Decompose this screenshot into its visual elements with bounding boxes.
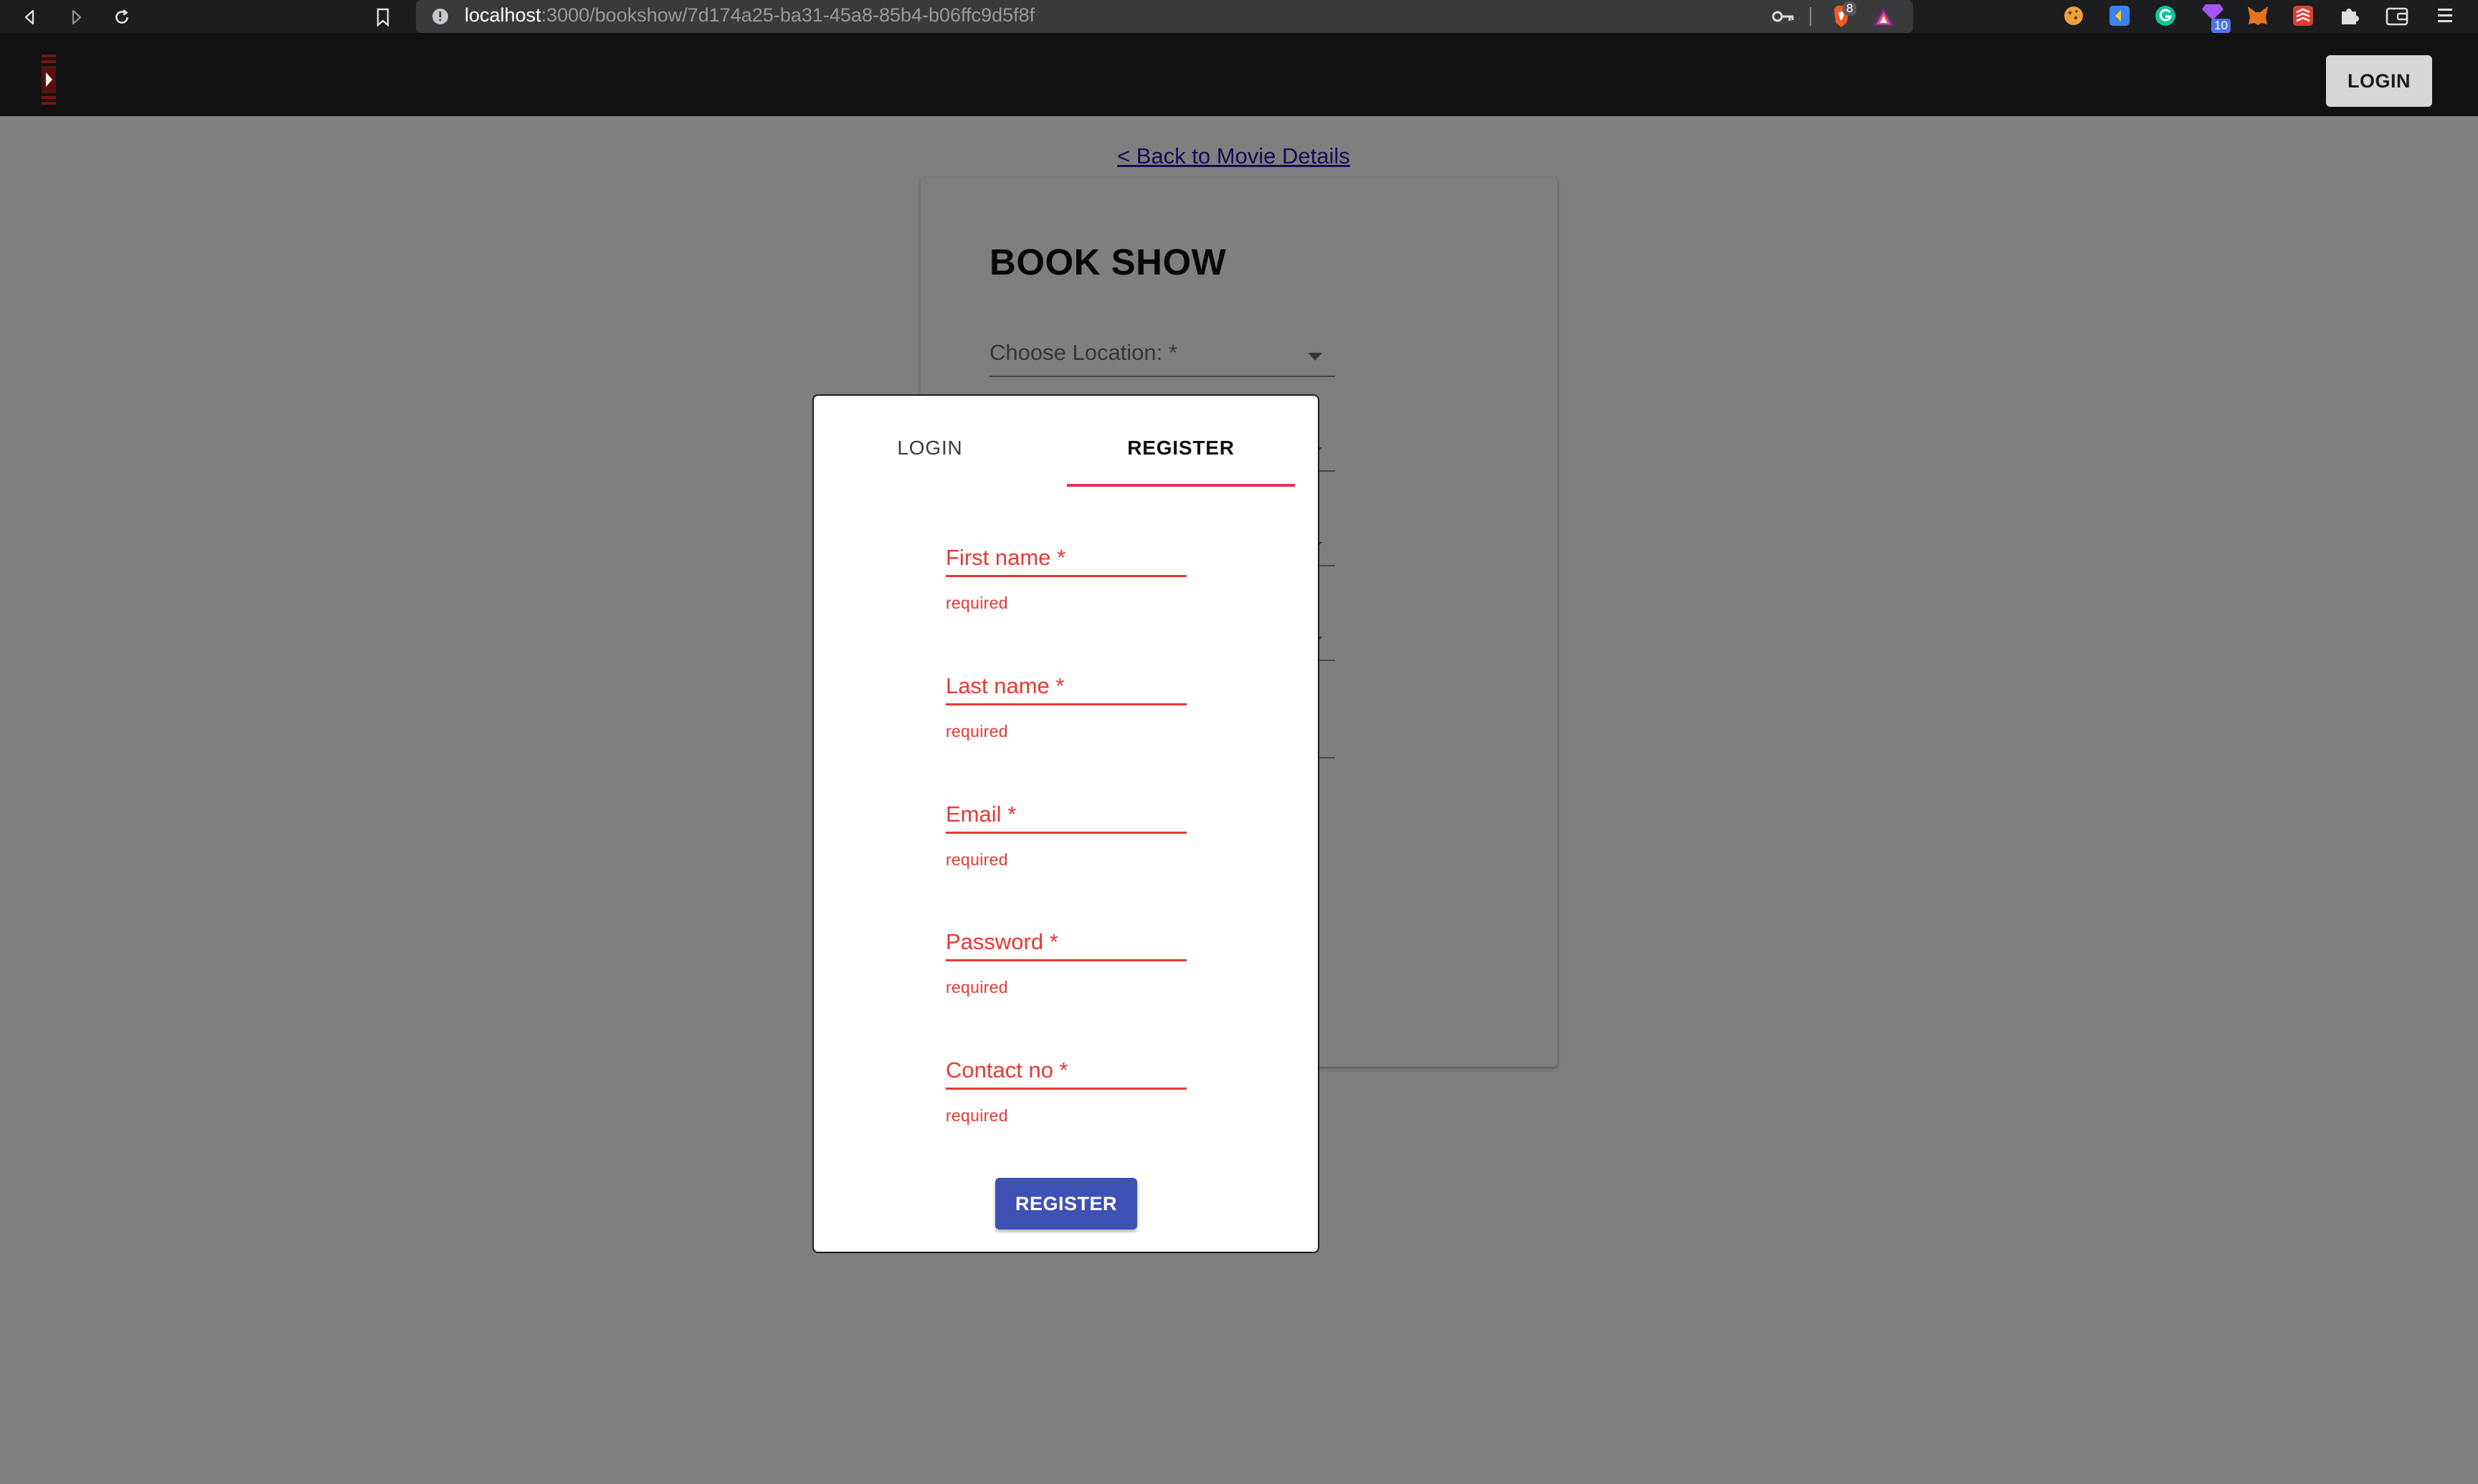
brave-shield-badge: 8	[1843, 1, 1857, 16]
todoist-icon[interactable]	[2292, 4, 2315, 31]
tab-register[interactable]: REGISTER	[1067, 423, 1295, 473]
url-text: localhost:3000/bookshow/7d174a25-ba31-45…	[465, 4, 1035, 27]
menu-icon[interactable]	[2435, 4, 2455, 31]
field-label: Last name *	[946, 673, 1065, 698]
brave-rewards-icon[interactable]	[1871, 6, 1896, 31]
address-bar[interactable]: localhost:3000/bookshow/7d174a25-ba31-45…	[416, 0, 1913, 33]
field-label: Contact no *	[946, 1057, 1068, 1083]
app-header: LOGIN	[0, 33, 2478, 116]
field-helper-text: required	[946, 594, 1008, 612]
puzzle-icon[interactable]	[2337, 4, 2360, 31]
tab-indicator	[1067, 484, 1295, 487]
auth-modal: LOGIN REGISTER First name * required Las…	[812, 394, 1319, 1253]
field-underline	[946, 1088, 1187, 1090]
field-label: Email *	[946, 802, 1017, 827]
back-icon[interactable]	[16, 3, 44, 32]
field-label: First name *	[946, 545, 1066, 570]
forward-icon[interactable]	[62, 3, 90, 32]
url-host: localhost	[465, 4, 541, 26]
app-logo[interactable]	[40, 54, 57, 105]
field-underline	[946, 575, 1187, 577]
browser-toolbar: localhost:3000/bookshow/7d174a25-ba31-45…	[0, 0, 2478, 33]
key-icon[interactable]	[1771, 7, 1795, 29]
gem-extension-badge: 10	[2211, 19, 2231, 33]
cookie-icon[interactable]	[2062, 4, 2085, 31]
field-underline	[946, 703, 1187, 705]
bookmark-icon[interactable]	[369, 3, 397, 32]
field-helper-text: required	[946, 722, 1008, 741]
url-path: :3000/bookshow/7d174a25-ba31-45a8-85b4-b…	[541, 4, 1035, 26]
grammarly-icon[interactable]	[2154, 4, 2177, 31]
url-divider	[1810, 7, 1811, 26]
tab-login[interactable]: LOGIN	[822, 423, 1038, 473]
field-helper-text: required	[946, 978, 1008, 997]
field-helper-text: required	[946, 1106, 1008, 1125]
info-icon[interactable]	[432, 8, 449, 29]
metamask-icon[interactable]	[2246, 4, 2270, 31]
bookmark-extension-icon[interactable]	[2108, 4, 2131, 31]
field-underline	[946, 832, 1187, 834]
wallet-icon[interactable]	[2385, 4, 2409, 31]
reload-icon[interactable]	[108, 3, 136, 32]
register-button[interactable]: REGISTER	[995, 1178, 1137, 1229]
field-helper-text: required	[946, 850, 1008, 869]
header-login-button[interactable]: LOGIN	[2326, 55, 2432, 107]
field-underline	[946, 959, 1187, 961]
field-label: Password *	[946, 929, 1058, 954]
